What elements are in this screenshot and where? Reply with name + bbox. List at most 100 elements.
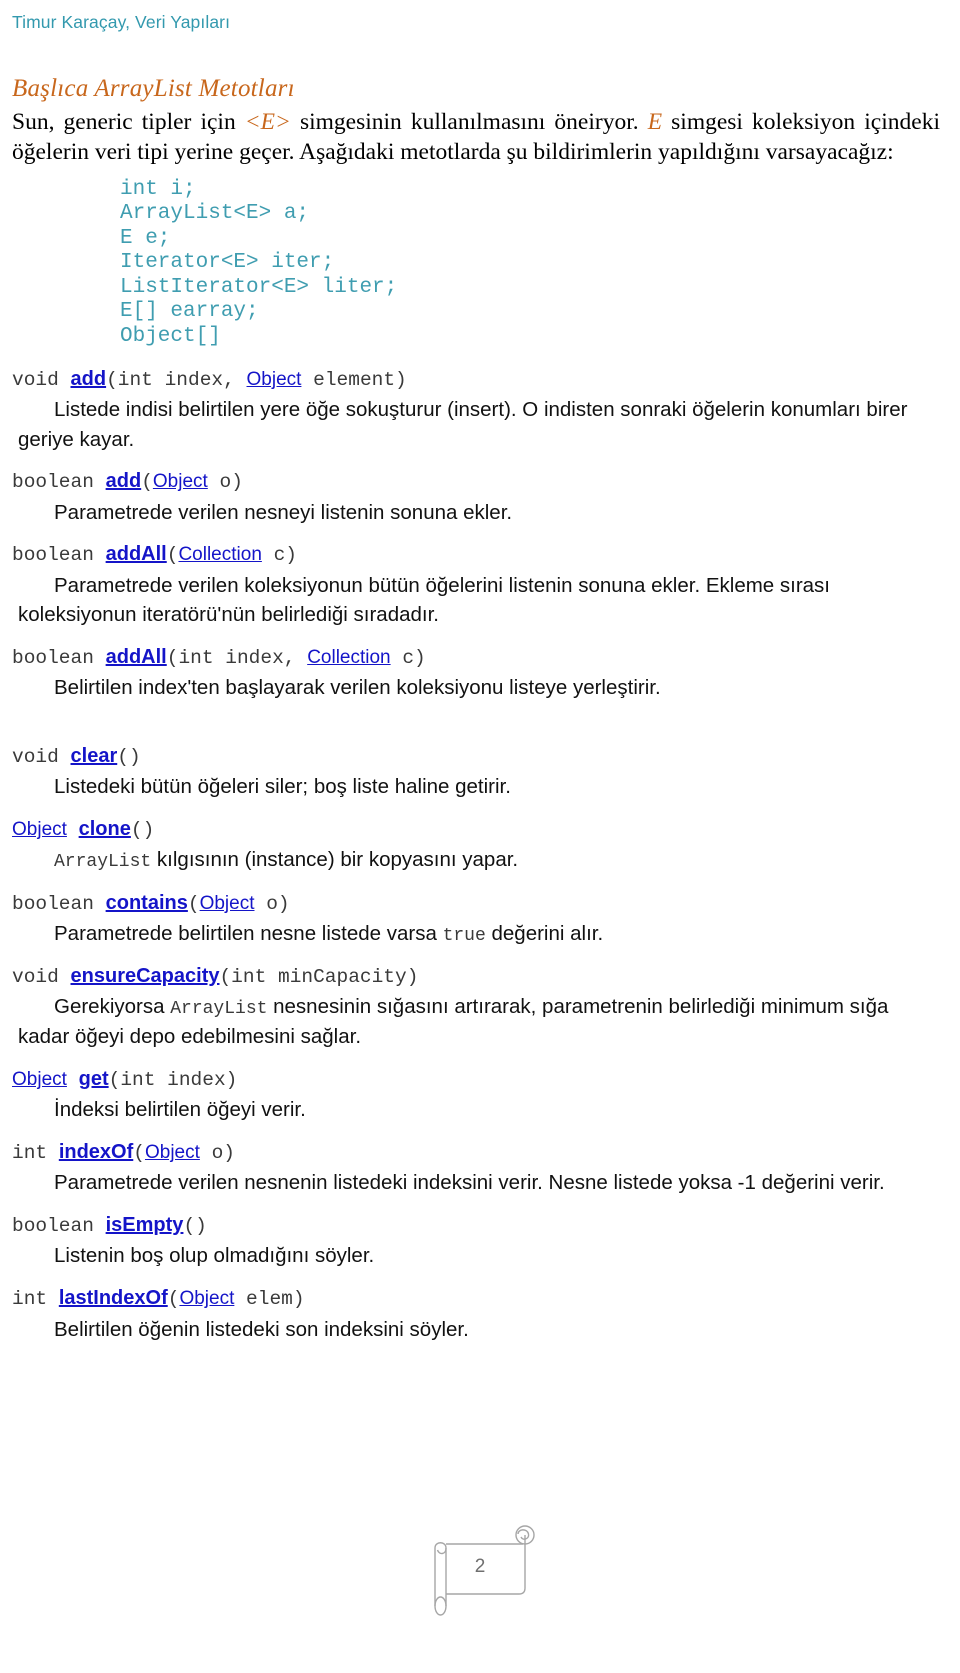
param-type-link[interactable]: Object <box>200 893 255 914</box>
intro-part-2: simgesinin kullanılmasını öneiryor. <box>290 109 648 135</box>
method-description: Belirtilen öğenin listedeki son indeksin… <box>54 1317 469 1341</box>
params-post: c) <box>261 544 297 567</box>
scroll-ornament: 2 <box>415 1514 545 1619</box>
method-entry-ensurecapacity: void ensureCapacity(int minCapacity) Ger… <box>6 963 944 1052</box>
method-description: ArrayList kılgısının (instance) bir kopy… <box>12 845 944 875</box>
method-entry-addall-index: boolean addAll(int index, Collection c) … <box>6 644 944 703</box>
method-signature: boolean contains(Object o) <box>12 890 944 917</box>
method-entry-add-object: boolean add(Object o) Parametrede verile… <box>6 468 944 527</box>
method-signature: boolean add(Object o) <box>12 468 944 495</box>
method-entry-indexof: int indexOf(Object o) Parametrede verile… <box>6 1139 944 1198</box>
params-post: o) <box>199 1142 235 1165</box>
method-name-link[interactable]: clear <box>71 745 118 767</box>
params-pre: (int index, <box>166 647 308 670</box>
params-pre: ( <box>187 892 200 915</box>
method-description: Parametrede verilen nesneyi listenin son… <box>54 500 513 524</box>
params-pre: ( <box>183 1215 196 1238</box>
method-name-link[interactable]: get <box>79 1068 109 1090</box>
method-signature: int indexOf(Object o) <box>12 1139 944 1166</box>
desc-mono-term: ArrayList <box>170 999 268 1020</box>
return-type: int <box>12 1142 59 1165</box>
document-page: Timur Karaçay, Veri Yapıları Başlıca Arr… <box>0 0 960 1673</box>
return-type: void <box>12 965 71 988</box>
params-post: ) <box>195 1215 207 1238</box>
method-name-link[interactable]: add <box>106 470 142 492</box>
method-description: Listedeki bütün öğeleri siler; boş liste… <box>54 775 511 799</box>
declarations-code-block: int i; ArrayList<E> a; E e; Iterator<E> … <box>120 177 398 348</box>
param-type-link[interactable]: Collection <box>178 544 261 565</box>
method-entry-get: Object get(int index) İndeksi belirtilen… <box>6 1066 944 1125</box>
method-description: Listede indisi belirtilen yere öğe sokuş… <box>18 397 908 451</box>
return-type-link[interactable]: Object <box>12 819 67 840</box>
return-type: void <box>12 746 71 769</box>
method-name-link[interactable]: indexOf <box>59 1141 133 1163</box>
params-post: o) <box>254 892 290 915</box>
method-description: Gerekiyorsa ArrayList nesnesinin sığasın… <box>12 992 944 1052</box>
param-type-link[interactable]: Object <box>153 471 208 492</box>
method-entry-isempty: boolean isEmpty() Listenin boş olup olma… <box>6 1212 944 1271</box>
method-signature: Object clone() <box>12 816 944 843</box>
desc-mono-term: true <box>442 925 486 946</box>
method-entry-add-index: void add(int index, Object element) List… <box>6 366 944 455</box>
method-description: Parametrede belirtilen nesne listede var… <box>12 919 944 949</box>
page-title: Başlıca ArrayList Metotları <box>12 75 295 102</box>
method-name-link[interactable]: clone <box>79 818 131 840</box>
method-signature: void clear() <box>12 743 944 770</box>
generic-symbol-1: <E> <box>244 109 291 135</box>
method-name-link[interactable]: contains <box>106 892 188 914</box>
method-name-link[interactable]: addAll <box>106 646 167 668</box>
method-description: Parametrede verilen koleksiyonun bütün ö… <box>18 573 831 627</box>
return-type: boolean <box>12 471 106 494</box>
method-entry-contains: boolean contains(Object o) Parametrede b… <box>6 890 944 949</box>
return-type-space <box>67 1069 79 1091</box>
params-pre: (int index) <box>108 1069 238 1092</box>
intro-part-1: Sun, generic tipler için <box>12 109 245 135</box>
return-type: boolean <box>12 544 106 567</box>
param-type-link[interactable]: Object <box>247 369 302 390</box>
desc-mono-term: ArrayList <box>54 852 152 873</box>
method-name-link[interactable]: ensureCapacity <box>71 965 220 987</box>
params-post: c) <box>390 647 426 670</box>
method-signature: boolean addAll(Collection c) <box>12 541 944 568</box>
params-post: element) <box>301 368 407 391</box>
params-pre: ( <box>141 471 153 494</box>
return-type: void <box>12 368 71 391</box>
return-type-space <box>67 819 79 841</box>
method-description: İndeksi belirtilen öğeyi verir. <box>54 1098 306 1122</box>
method-entry-clone: Object clone() ArrayList kılgısının (ins… <box>6 816 944 875</box>
param-type-link[interactable]: Object <box>145 1142 200 1163</box>
return-type: boolean <box>12 1215 106 1238</box>
return-type: int <box>12 1288 59 1311</box>
method-description: Parametrede verilen nesnenin listedeki i… <box>54 1171 885 1195</box>
params-pre: ( <box>133 1142 145 1165</box>
return-type-link[interactable]: Object <box>12 1069 67 1090</box>
method-entry-clear: void clear() Listedeki bütün öğeleri sil… <box>6 743 944 802</box>
desc-text-pre: Parametrede belirtilen nesne listede var… <box>54 921 443 945</box>
params-post: ) <box>128 746 141 769</box>
return-type: boolean <box>12 647 106 670</box>
method-signature: void ensureCapacity(int minCapacity) <box>12 963 944 990</box>
method-name-link[interactable]: isEmpty <box>106 1214 184 1236</box>
method-name-link[interactable]: add <box>71 368 107 390</box>
method-description: Listenin boş olup olmadığını söyler. <box>54 1244 375 1268</box>
return-type: boolean <box>12 892 106 915</box>
params-pre: ( <box>130 819 143 842</box>
page-number: 2 <box>474 1555 486 1577</box>
page-footer: 2 <box>0 1511 960 1621</box>
params-post: elem) <box>234 1288 305 1311</box>
method-signature: void add(int index, Object element) <box>12 366 944 393</box>
param-type-link[interactable]: Object <box>179 1288 234 1309</box>
params-pre: (int index, <box>106 368 247 391</box>
method-signature: Object get(int index) <box>12 1066 944 1093</box>
params-pre: (int minCapacity) <box>219 965 419 988</box>
running-header: Timur Karaçay, Veri Yapıları <box>12 12 231 32</box>
method-signature: int lastIndexOf(Object elem) <box>12 1285 944 1312</box>
desc-text-pre: Gerekiyorsa <box>54 995 171 1019</box>
method-name-link[interactable]: addAll <box>106 543 167 565</box>
param-type-link[interactable]: Collection <box>307 647 390 668</box>
method-name-link[interactable]: lastIndexOf <box>59 1287 168 1309</box>
intro-paragraph: Sun, generic tipler için <E> simgesinin … <box>6 107 944 168</box>
params-pre: ( <box>117 746 129 769</box>
desc-text-post: değerini alır. <box>485 921 604 945</box>
params-post: o) <box>207 471 243 494</box>
